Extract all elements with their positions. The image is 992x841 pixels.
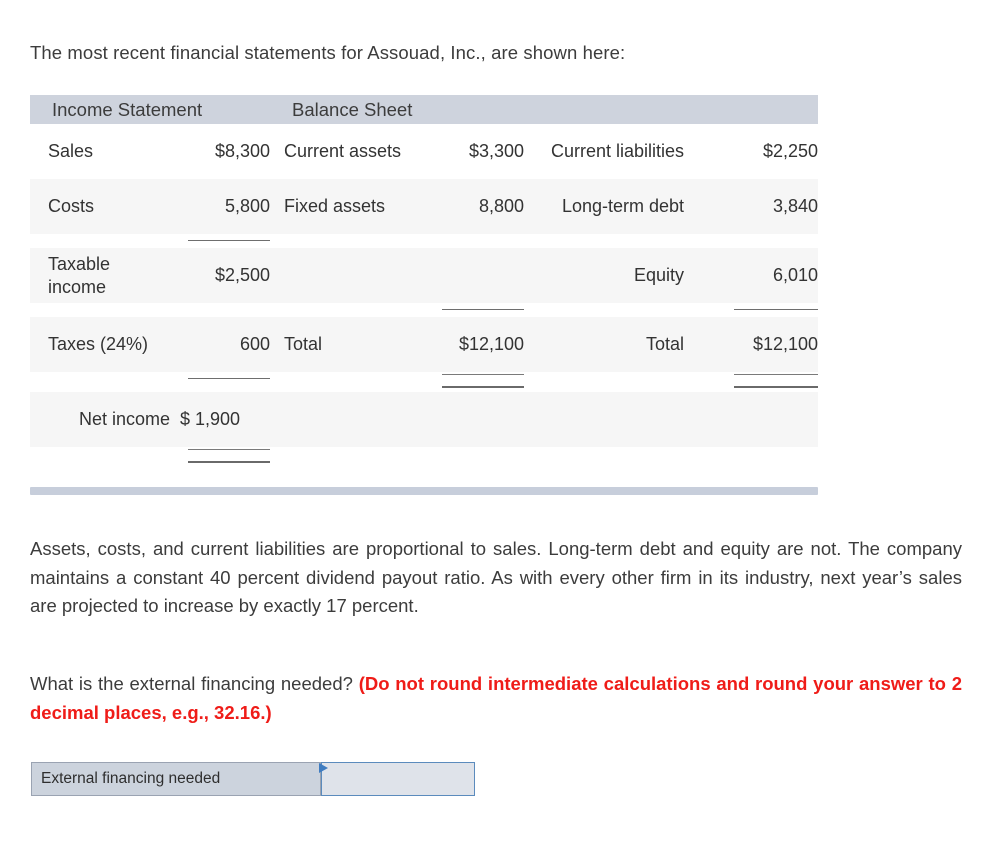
net-income-rule-row xyxy=(30,447,819,467)
question-page: The most recent financial statements for… xyxy=(0,0,992,841)
spacer-cell xyxy=(30,234,170,248)
row-value-long-term-debt: 3,840 xyxy=(684,179,819,234)
row-value-current-assets: $3,300 xyxy=(420,124,525,179)
question-prompt: What is the external financing needed? xyxy=(30,673,353,694)
row-label-fixed-assets: Fixed assets xyxy=(270,179,421,234)
table-row: Taxes (24%) 600 Total $12,100 Total $12,… xyxy=(30,317,819,372)
double-rule-top xyxy=(442,374,525,375)
spacer-cell xyxy=(30,447,170,467)
row-value-liabilities-total: $12,100 xyxy=(684,317,819,372)
row-value-equity: 6,010 xyxy=(684,248,819,303)
row-value-taxable-income: $2,500 xyxy=(170,248,271,303)
spacer-cell xyxy=(524,303,685,317)
spacer-cell xyxy=(270,447,421,467)
row-label-net-income: Net income xyxy=(30,392,170,447)
row-value-taxes: 600 xyxy=(170,317,271,372)
subtotal-rule-row xyxy=(30,234,819,248)
row-label-liabilities-total: Total xyxy=(524,317,685,372)
total-rule-line xyxy=(734,309,819,310)
double-rule-top xyxy=(734,374,819,375)
answer-input-wrapper xyxy=(319,762,475,796)
row-value-costs: 5,800 xyxy=(170,179,271,234)
total-rule-line xyxy=(442,309,525,310)
spacer-cell xyxy=(524,372,685,392)
row-value-sales: $8,300 xyxy=(170,124,271,179)
spacer-cell xyxy=(684,234,819,248)
spacer-cell xyxy=(270,234,421,248)
spacer-cell xyxy=(30,372,170,392)
external-financing-needed-input[interactable] xyxy=(321,762,475,796)
answer-label: External financing needed xyxy=(31,762,321,796)
row-label-current-assets: Current assets xyxy=(270,124,421,179)
row-label-taxes: Taxes (24%) xyxy=(30,317,170,372)
spacer-cell xyxy=(270,303,421,317)
spacer-cell xyxy=(420,392,525,447)
spacer-cell xyxy=(270,392,421,447)
row-value-assets-total: $12,100 xyxy=(420,317,525,372)
table-row: Costs 5,800 Fixed assets 8,800 Long-term… xyxy=(30,179,819,234)
rule-cell-assets-total xyxy=(420,303,525,317)
row-value-net-income: $ 1,900 xyxy=(170,392,271,447)
row-label-assets-total: Total xyxy=(270,317,421,372)
row-value-current-liabilities: $2,250 xyxy=(684,124,819,179)
row-value-fixed-assets: 8,800 xyxy=(420,179,525,234)
table-row: Taxable income $2,500 Equity 6,010 xyxy=(30,248,819,303)
spacer-cell xyxy=(420,234,525,248)
assumptions-paragraph: Assets, costs, and current liabilities a… xyxy=(30,538,962,616)
financial-statements-table: Income Statement Balance Sheet Sales $8,… xyxy=(30,95,819,467)
row-label-long-term-debt: Long-term debt xyxy=(524,179,685,234)
spacer-cell xyxy=(684,447,819,467)
spacer-cell xyxy=(30,303,170,317)
table-bottom-separator xyxy=(30,487,818,495)
row-label-current-liabilities: Current liabilities xyxy=(524,124,685,179)
double-rule-bottom xyxy=(188,461,271,463)
rule-cell-liabilities-total xyxy=(684,303,819,317)
subtotal-rule-line xyxy=(188,240,271,241)
rule-cell-assets-double xyxy=(420,372,525,392)
double-rule-bottom xyxy=(734,386,819,388)
table-row: Net income $ 1,900 xyxy=(30,392,819,447)
spacer-cell xyxy=(270,372,421,392)
question-paragraph: What is the external financing needed? (… xyxy=(30,670,962,727)
spacer-cell xyxy=(684,392,819,447)
balance-sheet-header: Balance Sheet xyxy=(270,95,819,124)
spacer-cell xyxy=(420,447,525,467)
row-label-costs: Costs xyxy=(30,179,170,234)
income-statement-header: Income Statement xyxy=(30,95,271,124)
table-header-row: Income Statement Balance Sheet xyxy=(30,95,819,124)
double-rule-bottom xyxy=(442,386,525,388)
subtotal-rule-line xyxy=(188,378,271,379)
spacer-cell xyxy=(524,234,685,248)
spacer-cell xyxy=(524,447,685,467)
rule-cell-liabilities-double xyxy=(684,372,819,392)
rule-cell-income-subtotal-2 xyxy=(170,372,271,392)
rule-cell-income-subtotal xyxy=(170,234,271,248)
row-label-taxable-income: Taxable income xyxy=(30,248,170,303)
total-rule-row xyxy=(30,303,819,317)
spacer-cell xyxy=(524,392,685,447)
table-row: Sales $8,300 Current assets $3,300 Curre… xyxy=(30,124,819,179)
row-label-blank xyxy=(270,248,421,303)
answer-entry-row: External financing needed xyxy=(31,762,475,796)
double-rule-top xyxy=(188,449,271,450)
closing-rule-row xyxy=(30,372,819,392)
row-label-equity: Equity xyxy=(524,248,685,303)
row-value-blank xyxy=(420,248,525,303)
rule-cell-net-income-double xyxy=(170,447,271,467)
spacer-cell xyxy=(170,303,271,317)
intro-text: The most recent financial statements for… xyxy=(30,42,626,63)
row-label-sales: Sales xyxy=(30,124,170,179)
